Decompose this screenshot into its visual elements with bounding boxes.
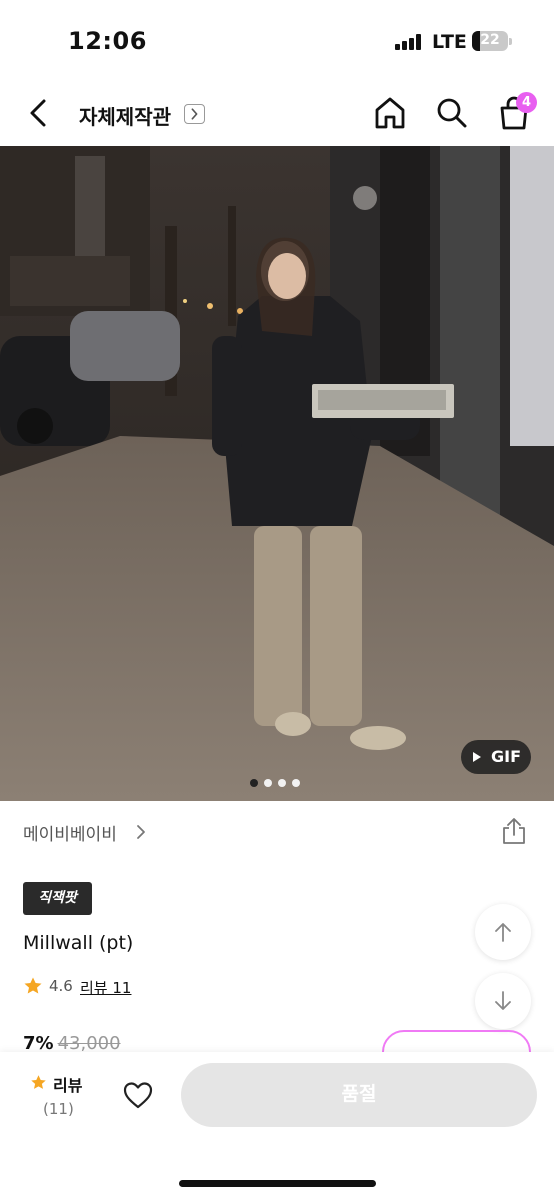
product-photo xyxy=(0,146,554,801)
chevron-right-icon[interactable] xyxy=(184,104,205,124)
rating-value: 4.6 xyxy=(49,977,73,995)
pagination-dot[interactable] xyxy=(278,779,286,787)
share-icon[interactable] xyxy=(500,816,528,846)
pagination-dot[interactable] xyxy=(292,779,300,787)
pagination-dot[interactable] xyxy=(264,779,272,787)
review-count-link[interactable]: 리뷰 11 xyxy=(80,977,131,998)
scroll-top-button[interactable] xyxy=(475,904,531,960)
battery-tip xyxy=(509,38,512,45)
product-name: Millwall (pt) xyxy=(23,932,134,954)
discount-rate: 7% xyxy=(23,1033,54,1054)
original-price: 43,000 xyxy=(57,1033,121,1054)
gif-label: GIF xyxy=(491,747,522,766)
store-row: 메이비베이비 xyxy=(0,812,554,852)
promo-tag-badge: 직잭팟 xyxy=(23,882,92,915)
back-icon[interactable] xyxy=(22,96,56,130)
cart-count-badge: 4 xyxy=(516,92,537,113)
arrow-down-icon xyxy=(495,991,511,1010)
store-name-link[interactable]: 메이비베이비 xyxy=(23,820,117,845)
home-indicator[interactable] xyxy=(179,1180,376,1187)
home-icon[interactable] xyxy=(371,95,409,131)
arrow-up-icon xyxy=(495,923,511,942)
review-button-label[interactable]: 리뷰 xyxy=(53,1072,82,1096)
status-bar: 12:06 LTE 22 xyxy=(0,0,554,80)
soldout-button[interactable]: 품절 xyxy=(181,1063,537,1127)
gif-play-button[interactable]: GIF xyxy=(461,740,531,774)
bottom-action-bar: 리뷰 (11) 품절 xyxy=(0,1052,554,1200)
cellular-signal-icon xyxy=(395,34,421,50)
review-button-count[interactable]: (11) xyxy=(43,1100,74,1118)
scroll-bottom-button[interactable] xyxy=(475,973,531,1029)
star-icon xyxy=(24,977,42,994)
page-title[interactable]: 자체제작관 xyxy=(79,101,171,130)
product-image[interactable]: GIF xyxy=(0,146,554,801)
status-time: 12:06 xyxy=(68,27,147,55)
battery-icon: 22 xyxy=(472,31,508,51)
battery-level: 22 xyxy=(480,32,500,48)
chevron-right-icon[interactable] xyxy=(133,822,149,842)
heart-icon[interactable] xyxy=(122,1080,154,1110)
top-nav-bar: 자체제작관 xyxy=(0,80,554,146)
play-icon xyxy=(473,752,481,762)
pagination-dot[interactable] xyxy=(250,779,258,787)
search-icon[interactable] xyxy=(433,95,471,131)
star-icon xyxy=(31,1075,46,1089)
network-type: LTE xyxy=(432,31,467,53)
